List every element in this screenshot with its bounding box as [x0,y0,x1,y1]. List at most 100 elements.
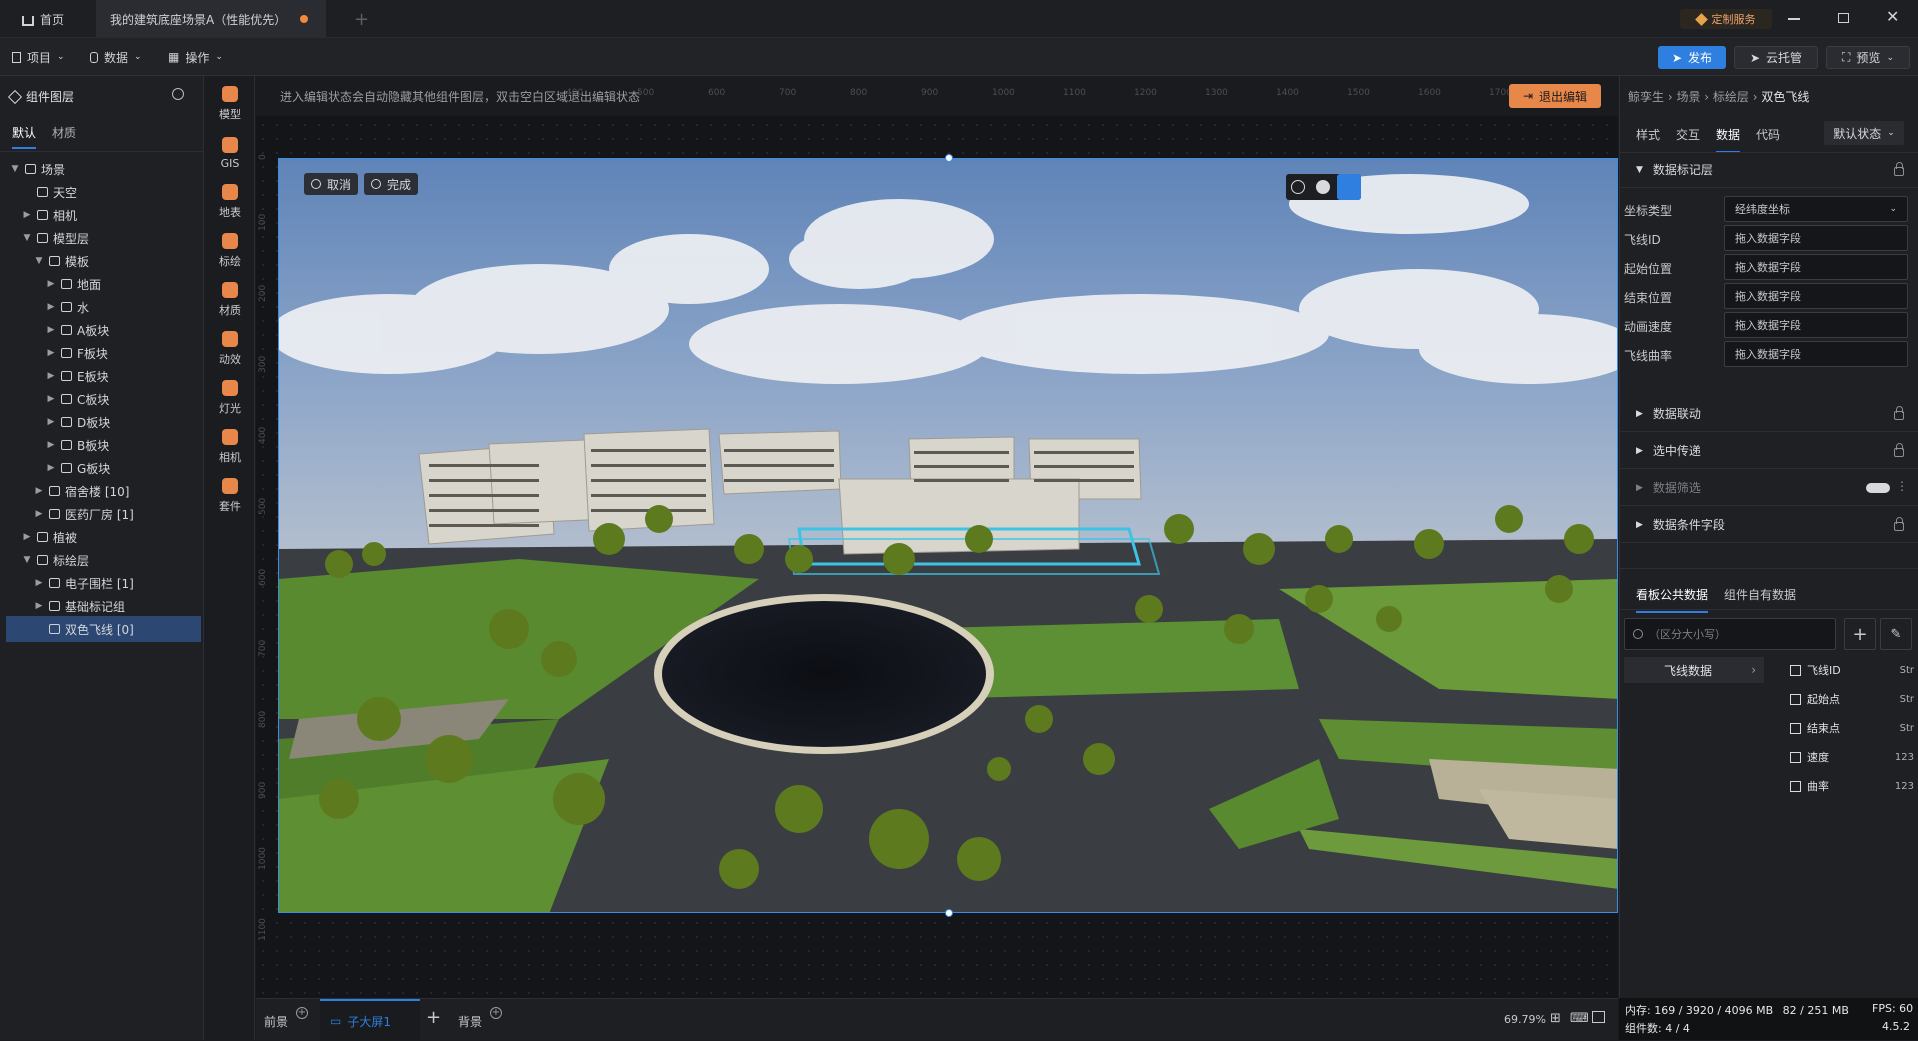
tool-gis[interactable]: GIS [205,125,255,181]
caret-right-icon[interactable]: ▶ [34,578,44,588]
caret-right-icon[interactable]: ▶ [34,486,44,496]
caret-right-icon[interactable]: ▶ [46,394,56,404]
checkbox[interactable] [1790,780,1801,792]
caret-right-icon[interactable]: ▶ [34,509,44,519]
data-field-input[interactable]: 拖入数据字段 [1724,341,1908,367]
column-item[interactable]: 结束点 Str [1790,719,1914,737]
data-field-input[interactable]: 拖入数据字段 [1724,283,1908,309]
tool-light[interactable]: 灯光 [205,370,255,426]
checkbox[interactable] [1790,751,1801,763]
done-button[interactable]: 完成 [364,173,418,195]
column-item[interactable]: 速度 123 [1790,748,1914,766]
zoom-level[interactable]: 69.79% [1504,1013,1546,1026]
console-icon[interactable] [1592,1011,1605,1023]
menu-data[interactable]: 数据 ⌄ [90,38,142,76]
globe-icon[interactable] [1291,180,1305,194]
scene-viewport[interactable]: 取消 完成 [278,158,1618,913]
data-field-input[interactable]: 拖入数据字段 [1724,312,1908,338]
section-item[interactable]: ▶ 选中传递 [1620,433,1918,469]
caret-down-icon[interactable]: ▼ [34,256,44,266]
add-front-icon[interactable]: + [296,1007,308,1019]
lock-icon[interactable] [1894,443,1904,457]
caret-right-icon[interactable]: ▶ [46,440,56,450]
caret-right-icon[interactable]: ▶ [22,210,32,220]
tool-terrain[interactable]: 地表 [205,174,255,230]
tool-camera[interactable]: 相机 [205,419,255,475]
restore-icon[interactable] [1838,13,1849,23]
exit-edit-button[interactable]: ⇥ 退出编辑 [1509,84,1601,108]
caret-down-icon[interactable]: ▼ [10,164,20,174]
new-tab-button[interactable]: + [340,0,383,38]
section-item[interactable]: ▶ 数据筛选 ⋮ [1620,470,1918,506]
resize-handle-bottom[interactable] [945,909,953,917]
add-screen-icon[interactable]: + [426,1007,441,1028]
coordinate-type-select[interactable]: 经纬度坐标 ⌄ [1724,196,1908,222]
checkbox[interactable] [1790,722,1801,734]
tab-style[interactable]: 样式 [1636,126,1660,143]
resize-handle-top[interactable] [945,154,953,162]
tab-data[interactable]: 数据 [1716,126,1741,153]
sphere-icon[interactable] [1316,180,1330,194]
breadcrumb-item[interactable]: 鲸孪生 [1628,90,1664,104]
dataset-item[interactable]: 飞线数据 › [1624,657,1764,683]
tool-pin[interactable]: 标绘 [205,223,255,279]
tab-default[interactable]: 默认 [12,124,37,149]
lock-icon[interactable] [1894,517,1904,531]
caret-down-icon[interactable]: ▼ [22,555,32,565]
caret-right-icon[interactable]: ▶ [46,279,56,289]
data-field-input[interactable]: 拖入数据字段 [1724,225,1908,251]
search-icon[interactable] [172,88,184,100]
tab-own-data[interactable]: 组件自有数据 [1724,586,1796,603]
orbit-icon[interactable] [1337,174,1361,200]
checkbox[interactable] [1790,693,1801,705]
add-icon[interactable]: + [1844,618,1876,650]
close-icon[interactable]: ✕ [1886,7,1899,26]
add-background-icon[interactable]: + [490,1007,502,1019]
breadcrumb-item[interactable]: 标绘层 [1713,90,1749,104]
caret-right-icon[interactable]: ▶ [46,325,56,335]
layer-background[interactable]: 背景 [458,1013,482,1030]
section-item[interactable]: ▶ 数据条件字段 [1620,507,1918,543]
preview-button[interactable]: ⛶ 预览 ⌄ [1826,46,1910,69]
caret-right-icon[interactable]: ▶ [46,463,56,473]
tab-material[interactable]: 材质 [52,124,76,141]
section-data-marker[interactable]: ▼ 数据标记层 [1620,152,1918,188]
menu-project[interactable]: 项目 ⌄ [12,38,65,76]
tab-code[interactable]: 代码 [1756,126,1780,143]
caret-right-icon[interactable]: ▶ [46,417,56,427]
caret-right-icon[interactable]: ▶ [46,371,56,381]
more-icon[interactable]: ⋮ [1896,479,1908,493]
column-item[interactable]: 飞线ID Str [1790,661,1914,679]
caret-down-icon[interactable]: ▼ [22,233,32,243]
fit-icon[interactable]: ⊞ [1550,1011,1561,1026]
custom-service-button[interactable]: 定制服务 [1680,9,1772,29]
layer-item[interactable]: 双色飞线 [0] [6,616,201,642]
cancel-button[interactable]: 取消 [304,173,358,195]
tool-effect[interactable]: 动效 [205,321,255,377]
column-item[interactable]: 曲率 123 [1790,777,1914,795]
search-field[interactable]: （区分大小写） [1624,618,1836,650]
keyboard-icon[interactable]: ⌨ [1570,1011,1589,1026]
lock-icon[interactable] [1894,406,1904,420]
section-item[interactable]: ▶ 数据联动 [1620,396,1918,432]
column-item[interactable]: 起始点 Str [1790,690,1914,708]
menu-operate[interactable]: ▦ 操作 ⌄ [168,38,223,76]
tool-material[interactable]: 材质 [205,272,255,328]
tool-kit[interactable]: 套件 [205,468,255,524]
caret-right-icon[interactable]: ▶ [46,302,56,312]
breadcrumb-item[interactable]: 场景 [1676,90,1700,104]
lock-icon[interactable] [1894,162,1904,176]
caret-right-icon[interactable]: ▶ [46,348,56,358]
state-select[interactable]: 默认状态 ⌄ [1824,121,1904,145]
caret-right-icon[interactable]: ▶ [22,532,32,542]
cloud-host-button[interactable]: ➤ 云托管 [1734,46,1818,69]
home-tab[interactable]: 首页 [8,0,78,38]
filter-toggle[interactable] [1866,483,1890,493]
data-field-input[interactable]: 拖入数据字段 [1724,254,1908,280]
caret-right-icon[interactable]: ▶ [34,601,44,611]
edit-icon[interactable]: ✎ [1880,618,1912,650]
tab-interaction[interactable]: 交互 [1676,126,1700,143]
minimize-icon[interactable] [1788,18,1800,20]
checkbox[interactable] [1790,664,1801,676]
layer-front[interactable]: 前景 [264,1013,288,1030]
